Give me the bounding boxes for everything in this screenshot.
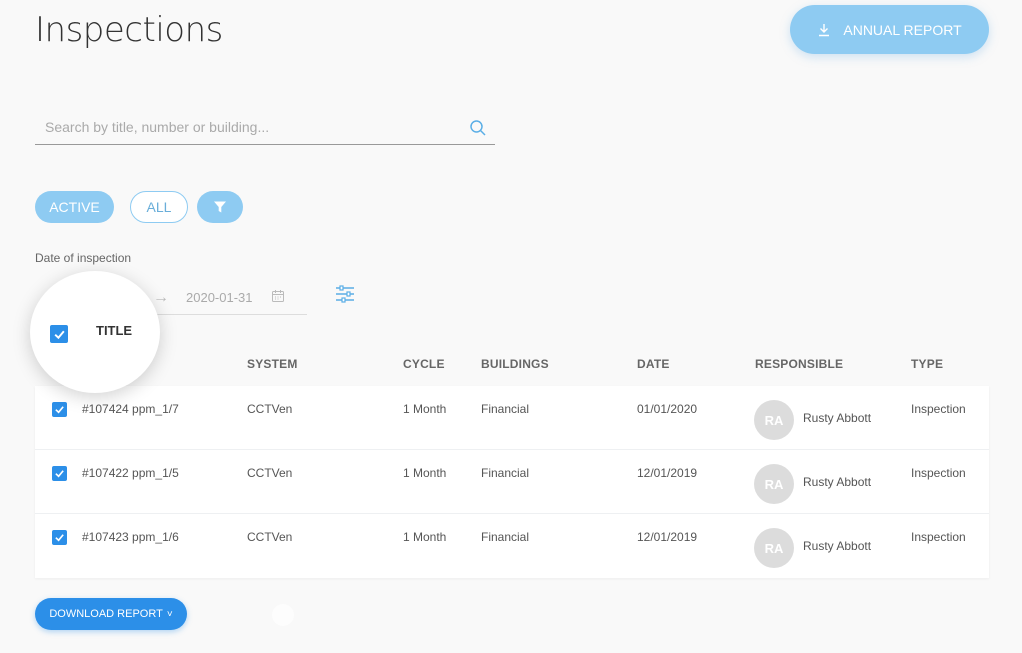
search-icon[interactable] xyxy=(469,119,487,137)
annual-report-label: ANNUAL REPORT xyxy=(843,21,962,38)
filter-active-button[interactable]: ACTIVE xyxy=(35,191,114,223)
inspections-table: #107424 ppm_1/7 CCTVen 1 Month Financial… xyxy=(35,386,989,578)
row-system: CCTVen xyxy=(247,402,293,416)
row-title[interactable]: #107422 ppm_1/5 xyxy=(82,466,179,480)
date-filter-label: Date of inspection xyxy=(35,251,132,265)
row-responsible: Rusty Abbott xyxy=(803,475,872,489)
chevron-down-icon: ˅ xyxy=(166,608,173,620)
row-type: Inspection xyxy=(911,402,966,416)
header-type[interactable]: TYPE xyxy=(911,357,943,371)
row-checkbox[interactable] xyxy=(52,402,67,417)
table-row[interactable]: #107424 ppm_1/7 CCTVen 1 Month Financial… xyxy=(35,386,989,450)
row-cycle: 1 Month xyxy=(403,466,447,480)
row-type: Inspection xyxy=(911,466,966,480)
row-system: CCTVen xyxy=(247,466,293,480)
filter-all-button[interactable]: ALL xyxy=(130,191,188,223)
row-buildings: Financial xyxy=(481,466,530,480)
avatar: RA xyxy=(754,528,794,568)
header-date[interactable]: DATE xyxy=(637,357,670,371)
date-end-value[interactable]: 2020-01-31 xyxy=(186,290,253,305)
row-cycle: 1 Month xyxy=(403,402,447,416)
table-header: SYSTEM CYCLE BUILDINGS DATE RESPONSIBLE … xyxy=(0,357,1022,371)
header-responsible[interactable]: RESPONSIBLE xyxy=(755,357,843,371)
row-checkbox[interactable] xyxy=(52,530,67,545)
calendar-icon[interactable] xyxy=(271,289,285,303)
row-type: Inspection xyxy=(911,530,966,544)
avatar: RA xyxy=(754,464,794,504)
row-buildings: Financial xyxy=(481,402,530,416)
avatar: RA xyxy=(754,400,794,440)
check-icon xyxy=(55,406,64,414)
header-system[interactable]: SYSTEM xyxy=(247,357,298,371)
check-icon xyxy=(55,534,64,542)
select-all-magnifier: TITLE xyxy=(30,271,160,393)
row-title[interactable]: #107423 ppm_1/6 xyxy=(82,530,179,544)
row-date: 12/01/2019 xyxy=(637,466,698,480)
row-date: 12/01/2019 xyxy=(637,530,698,544)
annual-report-button[interactable]: ANNUAL REPORT xyxy=(790,5,989,54)
row-system: CCTVen xyxy=(247,530,293,544)
row-cycle: 1 Month xyxy=(403,530,447,544)
check-icon xyxy=(55,470,64,478)
adjust-icon[interactable] xyxy=(335,285,355,303)
page-title: Inspections xyxy=(35,10,223,50)
header-buildings[interactable]: BUILDINGS xyxy=(481,357,549,371)
row-buildings: Financial xyxy=(481,530,530,544)
row-date: 01/01/2020 xyxy=(637,402,698,416)
download-icon xyxy=(819,23,830,36)
row-checkbox[interactable] xyxy=(52,466,67,481)
search-bar xyxy=(35,111,495,145)
download-report-label: DOWNLOAD REPORT xyxy=(49,608,163,620)
filter-icon xyxy=(214,201,226,213)
date-range-arrow: → xyxy=(153,288,169,306)
download-report-button[interactable]: DOWNLOAD REPORT ˅ xyxy=(35,598,187,630)
select-all-checkbox[interactable] xyxy=(50,325,68,343)
search-input[interactable] xyxy=(35,111,455,143)
row-title[interactable]: #107424 ppm_1/7 xyxy=(82,402,179,416)
header-cycle[interactable]: CYCLE xyxy=(403,357,445,371)
table-row[interactable]: #107423 ppm_1/6 CCTVen 1 Month Financial… xyxy=(35,514,989,578)
table-row[interactable]: #107422 ppm_1/5 CCTVen 1 Month Financial… xyxy=(35,450,989,514)
row-responsible: Rusty Abbott xyxy=(803,539,872,553)
row-responsible: Rusty Abbott xyxy=(803,411,872,425)
ghost-dot xyxy=(272,604,294,626)
header-title[interactable]: TITLE xyxy=(96,323,132,338)
filter-button[interactable] xyxy=(197,191,243,223)
check-icon xyxy=(54,330,65,339)
